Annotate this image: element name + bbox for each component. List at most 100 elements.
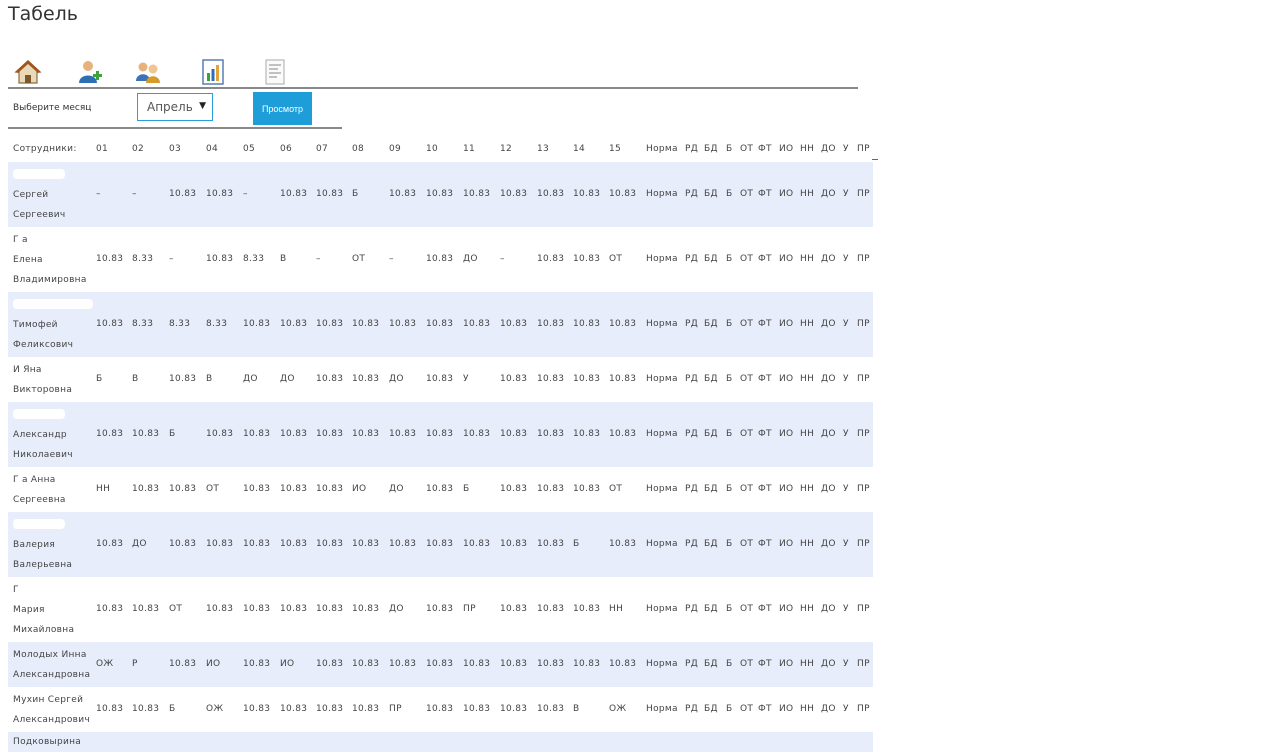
column-header: 02: [132, 144, 145, 154]
table-cell: Б: [726, 703, 733, 714]
table-cell: 10.83: [500, 428, 528, 439]
table-cell: ДО: [389, 373, 404, 384]
table-cell: 10.83: [243, 603, 271, 614]
table-cell: 10.83: [243, 658, 271, 669]
table-cell: Б: [726, 253, 733, 264]
view-button[interactable]: Просмотр: [253, 92, 312, 125]
column-header: Сотрудники:: [13, 144, 77, 154]
table-cell: Б: [726, 318, 733, 329]
table-cell: НН: [800, 603, 815, 614]
table-cell: НН: [800, 538, 815, 549]
table-cell: 10.83: [537, 373, 565, 384]
employee-name-line: Валерьевна: [13, 559, 73, 570]
table-cell: 10.83: [169, 373, 197, 384]
employee-name-line: Владимировна: [13, 274, 87, 285]
table-cell: Б: [726, 538, 733, 549]
table-cell: ИО: [779, 318, 794, 329]
table-cell: ОТ: [740, 428, 754, 439]
table-cell: БД: [704, 483, 718, 494]
table-cell: 10.83: [243, 538, 271, 549]
table-cell: ФТ: [758, 318, 772, 329]
table-cell: ФТ: [758, 373, 772, 384]
month-select[interactable]: Апрель ▼: [137, 93, 213, 121]
table-cell: ФТ: [758, 253, 772, 264]
table-cell: ДО: [821, 318, 836, 329]
table-cell: 10.83: [426, 428, 454, 439]
document-icon[interactable]: [261, 59, 289, 85]
table-cell: 10.83: [352, 603, 380, 614]
column-header: 03: [169, 144, 182, 154]
column-header: РД: [685, 144, 699, 154]
table-cell: 10.83: [352, 658, 380, 669]
column-header: ФТ: [758, 144, 772, 154]
column-header: 11: [463, 144, 476, 154]
table-cell: 10.83: [463, 318, 491, 329]
table-cell: 10.83: [426, 538, 454, 549]
table-cell: 10.83: [389, 538, 417, 549]
users-icon[interactable]: [134, 59, 162, 85]
employee-name-line: Мухин Сергей: [13, 694, 84, 705]
table-cell: 10.83: [243, 703, 271, 714]
table-cell: ДО: [243, 373, 258, 384]
table-cell: 10.83: [352, 373, 380, 384]
table-cell: ПР: [857, 428, 870, 439]
filter-row: Выберите месяц Апрель ▼ Просмотр: [8, 89, 342, 129]
table-cell: РД: [685, 188, 699, 199]
table-cell: У: [843, 603, 849, 614]
table-cell: 10.83: [280, 603, 308, 614]
add-user-icon[interactable]: [76, 59, 104, 85]
table-cell: Норма: [646, 603, 678, 614]
table-row: И Яна Викторовна Б В 10.83 В ДО ДО 10.83 10.83 ДО 1…: [8, 357, 873, 402]
column-header: Норма: [646, 144, 678, 154]
table-cell: ФТ: [758, 483, 772, 494]
table-cell: 10.83: [316, 603, 344, 614]
table-cell: Б: [573, 538, 580, 549]
table-cell: У: [843, 538, 849, 549]
table-cell: ФТ: [758, 603, 772, 614]
table-cell: Р: [132, 658, 138, 669]
table-cell: 10.83: [169, 483, 197, 494]
table-cell: 10.83: [573, 253, 601, 264]
table-cell: ПР: [857, 538, 870, 549]
table-cell: 10.83: [500, 373, 528, 384]
table-cell: В: [573, 703, 580, 714]
table-cell: НН: [800, 253, 815, 264]
employee-name-line: Г а: [13, 234, 28, 245]
table-cell: 10.83: [426, 603, 454, 614]
table-cell: 10.83: [206, 188, 234, 199]
table-cell: ПР: [857, 603, 870, 614]
report-icon[interactable]: [199, 59, 227, 85]
table-cell: 10.83: [280, 428, 308, 439]
table-cell: У: [843, 703, 849, 714]
table-cell: Б: [169, 428, 176, 439]
table-cell: ПР: [857, 483, 870, 494]
table-cell: 10.83: [132, 483, 160, 494]
table-cell: 10.83: [537, 253, 565, 264]
table-cell: БД: [704, 318, 718, 329]
table-cell: РД: [685, 703, 699, 714]
table-cell: У: [843, 428, 849, 439]
table-cell: Норма: [646, 658, 678, 669]
table-cell: Б: [726, 658, 733, 669]
table-cell: –: [132, 188, 137, 199]
column-header: 15: [609, 144, 622, 154]
table-cell: 10.83: [206, 603, 234, 614]
employee-name-line: Елена: [13, 254, 43, 265]
table-cell: НН: [96, 483, 111, 494]
table-cell: 10.83: [426, 483, 454, 494]
table-cell: НН: [800, 483, 815, 494]
table-cell: ОТ: [609, 253, 623, 264]
table-cell: ДО: [821, 658, 836, 669]
table-cell: БД: [704, 658, 718, 669]
table-cell: 8.33: [169, 318, 191, 329]
home-icon[interactable]: [14, 59, 42, 85]
column-header: 10: [426, 144, 439, 154]
table-cell: ОТ: [740, 318, 754, 329]
table-cell: 10.83: [243, 318, 271, 329]
table-cell: ПР: [463, 603, 476, 614]
table-cell: ПР: [857, 658, 870, 669]
column-header: 07: [316, 144, 329, 154]
table-cell: 10.83: [280, 538, 308, 549]
column-header: ОТ: [740, 144, 754, 154]
column-header: 01: [96, 144, 109, 154]
